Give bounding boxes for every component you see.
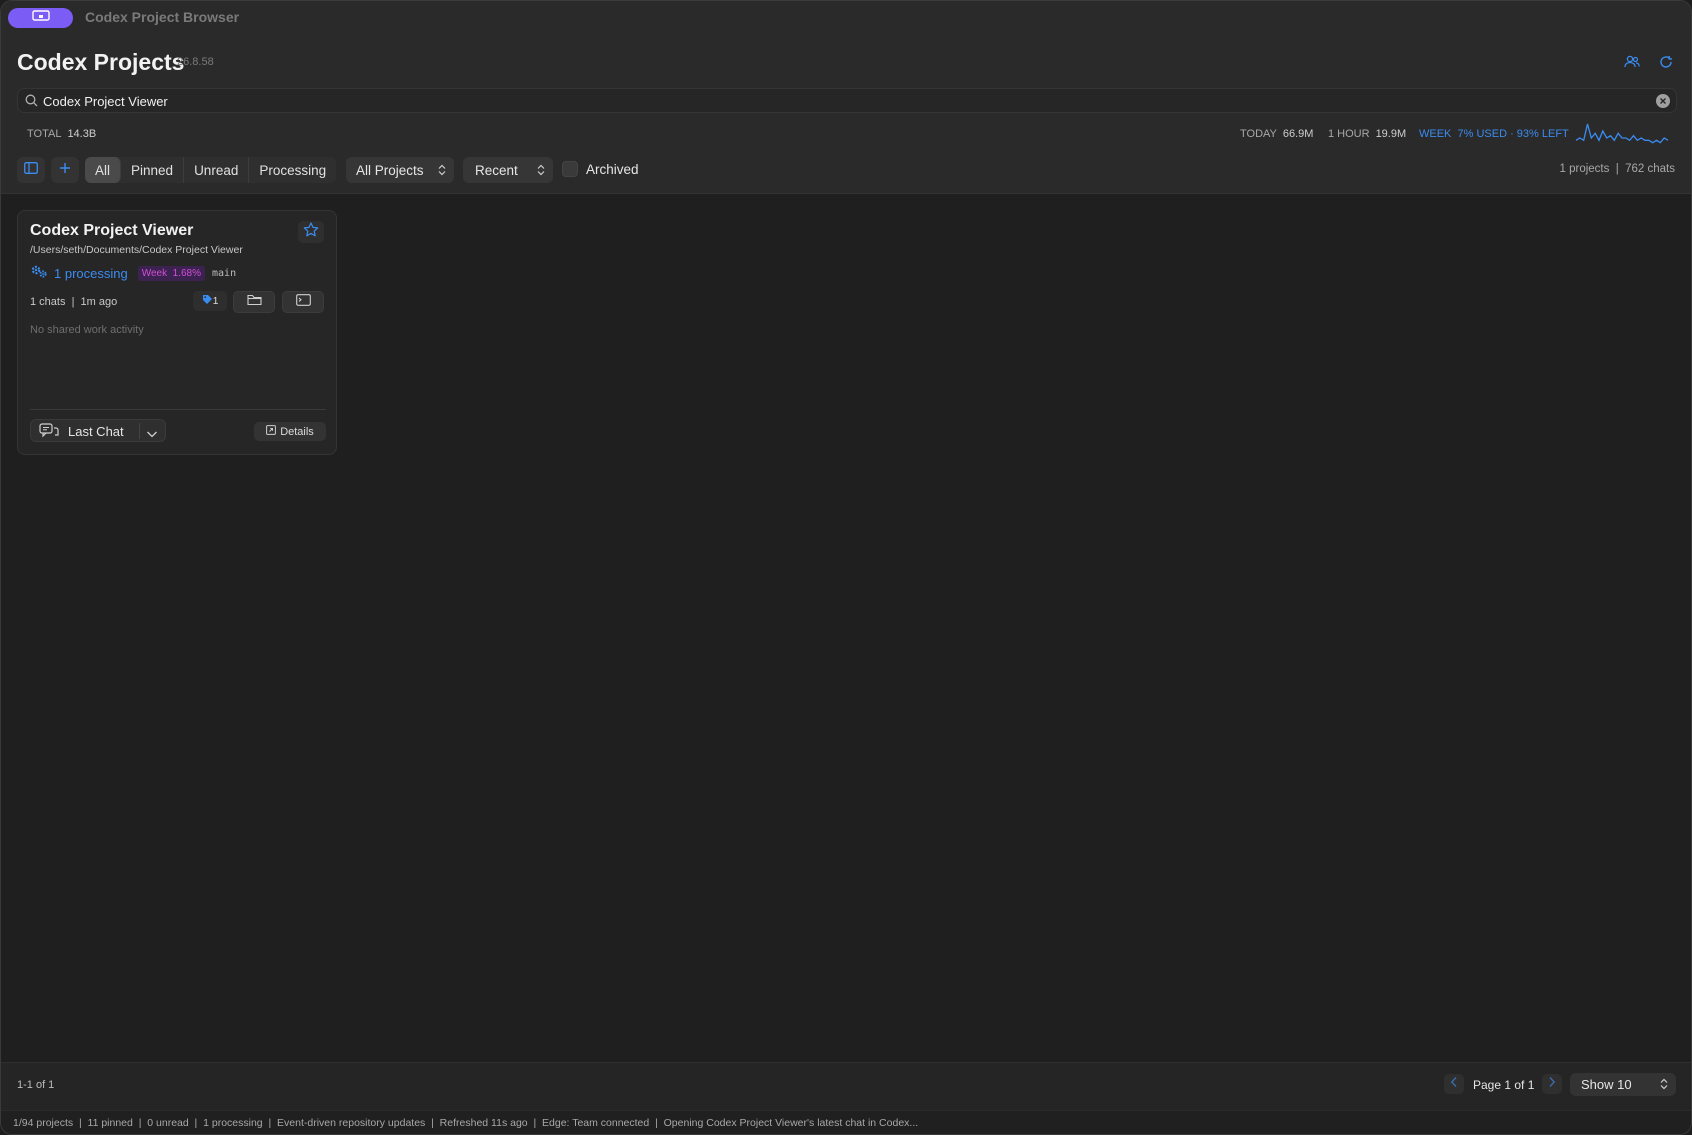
filter-all[interactable]: All <box>85 157 122 183</box>
plus-icon <box>59 161 71 179</box>
total-stat: TOTAL 14.3B <box>27 128 96 140</box>
filter-pinned[interactable]: Pinned <box>121 157 185 183</box>
updown-chevron-icon <box>537 164 545 179</box>
page-indicator: Page 1 of 1 <box>1473 1078 1535 1092</box>
chevron-right-icon <box>1548 1075 1556 1093</box>
today-label: TODAY <box>1240 128 1277 140</box>
tag-count: 1 <box>212 295 219 307</box>
chat-meta: 1 chats | 1m ago <box>30 296 118 308</box>
scope-dropdown[interactable]: All Projects <box>346 157 454 183</box>
usage-stats: TOTAL 14.3B TODAY 66.9M 1 HOUR 19.9M WEEK 7… <box>1 127 1691 143</box>
filter-processing[interactable]: Processing <box>249 157 336 183</box>
total-label: TOTAL <box>27 128 62 140</box>
tag-icon <box>202 294 213 308</box>
sort-dropdown[interactable]: Recent <box>463 157 553 183</box>
chevron-left-icon <box>1450 1075 1458 1093</box>
filter-unread[interactable]: Unread <box>184 157 250 183</box>
today-stat: TODAY 66.9M <box>1240 128 1313 140</box>
gears-icon <box>30 264 48 283</box>
refresh-icon[interactable] <box>1655 52 1677 72</box>
processing-row: 1 processing Week 1.68% main <box>30 264 236 282</box>
activity-status: No shared work activity <box>30 324 144 336</box>
sidebar-icon <box>24 161 38 179</box>
scope-dropdown-label: All Projects <box>356 162 424 178</box>
page-size-dropdown[interactable]: Show 10 <box>1570 1073 1676 1096</box>
hour-label: 1 HOUR <box>1328 128 1370 140</box>
last-chat-button[interactable]: Last Chat <box>30 419 166 442</box>
clear-search-icon[interactable] <box>1656 94 1670 108</box>
header: Codex Project Browser Codex Projects 26.… <box>1 1 1691 194</box>
window-title: Codex Project Browser <box>85 9 240 25</box>
updown-chevron-icon <box>1660 1078 1668 1093</box>
status-bar: 1/94 projects | 11 pinned | 0 unread | 1… <box>1 1110 1691 1134</box>
hour-stat: 1 HOUR 19.9M <box>1328 128 1406 140</box>
folder-icon <box>246 293 262 311</box>
star-icon <box>303 222 319 242</box>
open-folder-button[interactable] <box>233 291 275 313</box>
card-divider <box>30 409 326 410</box>
sparkline-series <box>1575 123 1669 144</box>
total-value: 14.3B <box>67 128 97 140</box>
week-usage-badge: Week 1.68% <box>137 265 206 281</box>
sidebar-toggle-button[interactable] <box>17 157 45 183</box>
page-title: Codex Projects <box>17 49 185 75</box>
chat-bubbles-icon <box>39 423 59 444</box>
archived-label: Archived <box>586 161 639 177</box>
open-terminal-button[interactable] <box>282 291 324 313</box>
status-text: 1/94 projects | 11 pinned | 0 unread | 1… <box>13 1117 919 1129</box>
pagination-footer: 1-1 of 1 Page 1 of 1 Show 10 <box>1 1062 1691 1110</box>
hour-value: 19.9M <box>1375 128 1407 140</box>
chevron-down-icon[interactable] <box>146 426 158 444</box>
terminal-icon <box>295 293 311 311</box>
team-icon[interactable] <box>1621 52 1643 72</box>
details-button[interactable]: Details <box>254 422 326 441</box>
titlebar: Codex Project Browser <box>1 1 1691 33</box>
search-field[interactable]: Codex Project Viewer <box>17 88 1677 113</box>
filter-segmented-control: All Pinned Unread Processing <box>85 157 337 183</box>
version-label: 26.8.58 <box>177 56 214 68</box>
toolbar: All Pinned Unread Processing All Project… <box>1 157 1691 183</box>
last-chat-label: Last Chat <box>68 424 124 439</box>
processing-status[interactable]: 1 processing <box>54 266 128 281</box>
today-value: 66.9M <box>1282 128 1314 140</box>
add-project-button[interactable] <box>51 157 79 183</box>
result-range: 1-1 of 1 <box>17 1079 55 1091</box>
archived-checkbox[interactable] <box>562 161 578 177</box>
search-input[interactable]: Codex Project Viewer <box>43 94 168 109</box>
page-size-label: Show 10 <box>1581 1077 1632 1092</box>
open-external-icon <box>266 425 277 438</box>
week-usage: WEEK 7% USED · 93% LEFT <box>1419 128 1569 140</box>
project-path: /Users/seth/Documents/Codex Project View… <box>30 244 243 256</box>
sort-dropdown-label: Recent <box>475 162 518 178</box>
updown-chevron-icon <box>438 164 446 179</box>
details-label: Details <box>280 425 314 438</box>
next-page-button[interactable] <box>1542 1074 1562 1094</box>
monitor-icon <box>31 9 50 27</box>
prev-page-button[interactable] <box>1444 1074 1464 1094</box>
project-title: Codex Project Viewer <box>30 222 194 239</box>
project-card[interactable]: Codex Project Viewer /Users/seth/Documen… <box>17 210 337 455</box>
archived-toggle[interactable]: Archived <box>562 161 639 177</box>
pin-star-button[interactable] <box>298 221 324 243</box>
app-window: Codex Project Browser Codex Projects 26.… <box>0 0 1692 1135</box>
git-branch: main <box>212 267 237 279</box>
usage-sparkline <box>1575 123 1669 144</box>
project-chat-counts: 1 projects | 762 chats <box>1559 163 1676 175</box>
app-pill-button[interactable] <box>8 8 73 28</box>
search-icon <box>25 94 38 112</box>
tag-chip[interactable]: 1 <box>193 291 227 311</box>
split-divider <box>139 423 140 439</box>
